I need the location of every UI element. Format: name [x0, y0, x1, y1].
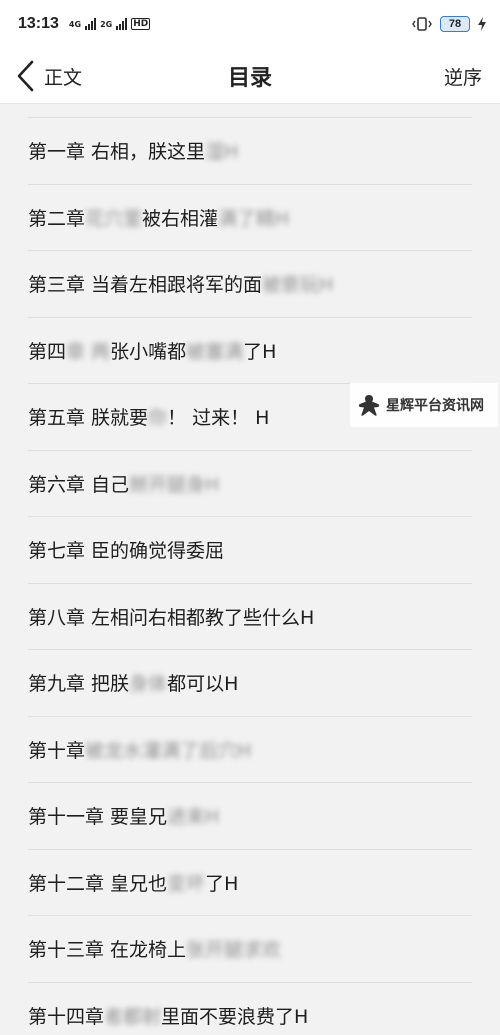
- chapter-title-text: 张小嘴都: [110, 340, 187, 363]
- nav-header: 正文 目录 逆序: [0, 48, 500, 104]
- hd-label: HD: [131, 18, 151, 30]
- chapter-title-blurred: 章 两: [66, 340, 111, 363]
- vibrate-icon: [412, 17, 432, 31]
- status-bar: 13:13 4G 2G HD 78: [0, 0, 500, 48]
- chapter-item[interactable]: 第一章 右相，朕这里 湿H: [28, 118, 472, 185]
- chapter-title-text: 被右相灌: [142, 207, 219, 230]
- watermark-text: 星辉平台资讯网: [386, 398, 484, 414]
- chapters-container: 第一章 右相，朕这里 湿H 第二章 花穴里 被右相灌 满了精H 第三章 当着左相跟将军的面…: [0, 118, 500, 1035]
- chapter-title-text: 第十二章 皇兄也: [28, 872, 168, 895]
- chapter-title-blurred: 被亵玩H: [262, 274, 334, 297]
- charging-icon: [478, 17, 486, 31]
- chapter-title-text: 第二章: [28, 207, 86, 230]
- chapter-title-text: 第一章 右相，朕这里: [28, 141, 206, 164]
- chapter-item[interactable]: 第六章 自己 掰开腿身H: [28, 451, 472, 517]
- net1-label: 4G: [68, 19, 82, 29]
- battery-indicator: 78: [440, 16, 470, 32]
- chapter-title-text: 第十四章: [28, 1005, 105, 1028]
- back-button[interactable]: 正文: [14, 58, 82, 94]
- chapter-title-text: 第八章 左相问右相都教了些什么H: [28, 606, 315, 629]
- chapter-title-text: 第九章 把朕: [28, 673, 130, 696]
- chapter-title-text: 第十章: [28, 739, 86, 762]
- chapter-title-text: 了H: [243, 340, 277, 363]
- chapter-item[interactable]: 第四章 两张小嘴都 被塞满 了H: [28, 318, 472, 384]
- back-label: 正文: [44, 66, 83, 89]
- chapter-item[interactable]: 第八章 左相问右相都教了些什么H: [28, 584, 472, 650]
- chapter-item[interactable]: 第二章 花穴里 被右相灌 满了精H: [28, 185, 472, 251]
- status-left: 13:13 4G 2G HD: [18, 15, 151, 33]
- chapter-item[interactable]: 第十三章 在龙椅上 张开腿求欢: [28, 916, 472, 983]
- chapter-title-text: 第七章 臣的确觉得委屈: [28, 540, 225, 563]
- chapter-title-blurred: 身体: [129, 673, 168, 696]
- chapter-title-blurred: 被塞满: [186, 340, 244, 363]
- signal-icon: [85, 18, 97, 30]
- chapter-title-blurred: 被龙水灌满了后穴H: [85, 739, 252, 762]
- chapter-title-blurred: 变坏: [167, 872, 206, 895]
- chapter-title-text: 第十一章 要皇兄: [28, 806, 168, 829]
- chapter-title-text: 了H: [205, 872, 239, 895]
- chapter-item[interactable]: 第三章 当着左相跟将军的面 被亵玩H: [28, 251, 472, 318]
- chapter-title-blurred: 花穴里: [85, 207, 143, 230]
- chapter-title-text: 第三章 当着左相跟将军的面: [28, 274, 263, 297]
- meeple-icon: [358, 395, 380, 416]
- net2-label: 2G: [100, 19, 113, 29]
- chapter-item[interactable]: 第十章 被龙水灌满了后穴H: [28, 717, 472, 783]
- signal-icon-2: [116, 18, 128, 30]
- chapter-title-blurred: 进来H: [167, 806, 220, 829]
- chapter-title-blurred: 湿H: [205, 141, 239, 164]
- chapter-item[interactable]: 第十二章 皇兄也 变坏 了H: [28, 850, 472, 916]
- reverse-order-button[interactable]: 逆序: [444, 58, 482, 94]
- list-top-divider: [28, 104, 472, 118]
- status-time: 13:13: [18, 15, 59, 32]
- chapter-title-blurred: 满了精H: [218, 207, 290, 230]
- status-right: 78: [412, 16, 486, 32]
- chapter-title-blurred: 掰开腿身H: [129, 473, 220, 496]
- chapter-title-text: 第十三章 在龙椅上: [28, 939, 187, 962]
- chapter-title-text: 第四: [28, 340, 67, 363]
- chapter-title-text: 第六章 自己: [28, 473, 130, 496]
- chapter-list: 第一章 右相，朕这里 湿H 第二章 花穴里 被右相灌 满了精H 第三章 当着左相跟将军的面…: [0, 104, 500, 1035]
- chapter-title-text: 第五章 朕就要: [28, 407, 149, 430]
- chapter-item[interactable]: 第七章 臣的确觉得委屈: [28, 517, 472, 584]
- chapter-title-blurred: 者都射: [104, 1005, 162, 1028]
- chapter-title-text: 都可以H: [167, 673, 239, 696]
- network-icons: 4G 2G HD: [68, 18, 151, 30]
- watermark: 星辉平台资讯网: [350, 383, 498, 427]
- chapter-title-text: 里面不要浪费了H: [161, 1005, 309, 1028]
- chapter-title-text: ！ 过来！ H: [167, 407, 270, 430]
- chapter-item[interactable]: 第十一章 要皇兄 进来H: [28, 783, 472, 850]
- chevron-left-icon: [17, 60, 34, 92]
- chapter-title-blurred: 张开腿求欢: [186, 939, 282, 962]
- chapter-item[interactable]: 第十四章 者都射 里面不要浪费了H: [28, 983, 472, 1035]
- chapter-item[interactable]: 第九章 把朕 身体 都可以H: [28, 650, 472, 717]
- chapter-title-blurred: 你: [148, 407, 168, 430]
